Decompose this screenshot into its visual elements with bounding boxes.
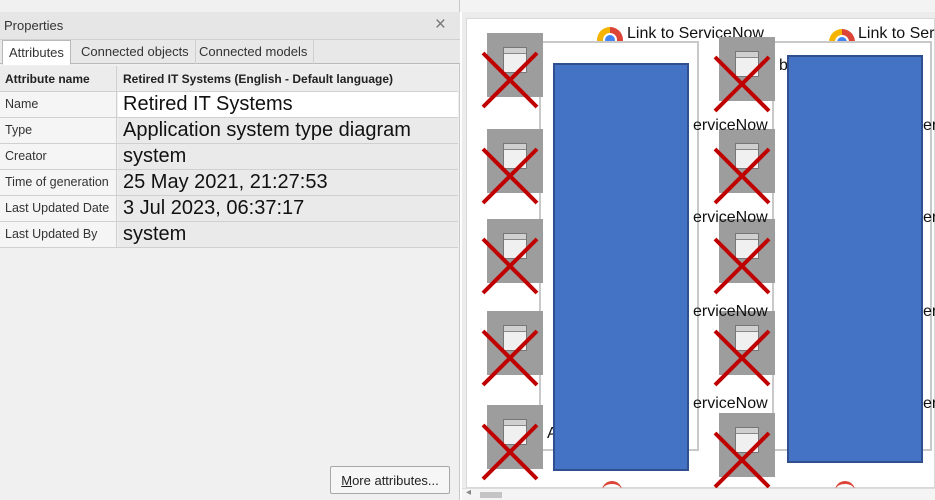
properties-title-bar: Properties × xyxy=(0,12,460,40)
application-window-icon[interactable] xyxy=(481,405,543,481)
blue-redaction-box xyxy=(553,63,689,471)
red-cross-icon xyxy=(481,329,539,387)
application-window-icon[interactable] xyxy=(481,129,543,205)
red-cross-icon xyxy=(481,147,539,205)
table-row[interactable]: Time of generation 25 May 2021, 21:27:53 xyxy=(0,170,458,196)
red-cross-icon xyxy=(481,237,539,295)
table-row[interactable]: Name Retired IT Systems xyxy=(0,92,458,118)
diagram-canvas[interactable]: Link to ServiceNow Link to Ser A xyxy=(462,12,935,500)
scroll-left-icon[interactable]: ◂ xyxy=(466,487,471,498)
red-cross-icon xyxy=(713,147,771,205)
table-row[interactable]: Last Updated By system xyxy=(0,222,458,248)
red-cross-icon xyxy=(713,237,771,295)
red-cross-icon xyxy=(481,423,539,481)
truncated-label: erviceNow xyxy=(693,209,768,226)
table-row[interactable]: Creator system xyxy=(0,144,458,170)
blue-redaction-box xyxy=(787,55,923,463)
truncated-label: er xyxy=(923,209,935,226)
truncated-label: er xyxy=(923,395,935,412)
close-icon[interactable]: × xyxy=(435,14,446,36)
tab-attributes[interactable]: Attributes xyxy=(2,40,71,65)
application-window-icon[interactable] xyxy=(713,219,775,295)
table-row[interactable]: Last Updated Date 3 Jul 2023, 06:37:17 xyxy=(0,196,458,222)
red-cross-icon xyxy=(713,55,771,113)
application-window-icon[interactable] xyxy=(481,311,543,387)
more-attributes-button[interactable]: More attributes... xyxy=(330,466,450,494)
truncated-label: erviceNow xyxy=(693,117,768,134)
tab-connected-objects[interactable]: Connected objects xyxy=(75,40,196,64)
attribute-label: Creator xyxy=(0,144,117,169)
attribute-value-name[interactable]: Retired IT Systems xyxy=(118,92,458,117)
attribute-value-last-updated-by[interactable]: system xyxy=(118,222,458,247)
application-window-icon[interactable] xyxy=(713,37,775,113)
column-header-attribute-name: Attribute name xyxy=(0,66,117,91)
properties-title: Properties xyxy=(4,18,64,33)
application-window-icon[interactable] xyxy=(713,413,775,489)
column-header-value: Retired IT Systems (English - Default la… xyxy=(118,66,458,91)
attribute-label: Type xyxy=(0,118,117,143)
application-window-icon[interactable] xyxy=(713,129,775,205)
more-attributes-label: ore attributes... xyxy=(352,473,439,488)
truncated-label: erviceNow xyxy=(693,303,768,320)
attribute-label: Name xyxy=(0,92,117,117)
table-header-row: Attribute name Retired IT Systems (Engli… xyxy=(0,66,458,92)
truncated-label: er xyxy=(923,117,935,134)
table-row[interactable]: Type Application system type diagram xyxy=(0,118,458,144)
application-window: Properties × Attributes Connected object… xyxy=(0,0,935,500)
horizontal-scrollbar[interactable]: ◂ xyxy=(462,487,935,500)
truncated-label: erviceNow xyxy=(693,395,768,412)
red-cross-icon xyxy=(713,329,771,387)
red-cross-icon xyxy=(713,431,771,489)
attribute-value-type[interactable]: Application system type diagram xyxy=(118,118,458,143)
attribute-value-last-updated-date[interactable]: 3 Jul 2023, 06:37:17 xyxy=(118,196,458,221)
properties-tabs: Attributes Connected objects Connected m… xyxy=(0,40,460,65)
scrollbar-thumb[interactable] xyxy=(480,492,502,498)
attribute-value-time-of-generation[interactable]: 25 May 2021, 21:27:53 xyxy=(118,170,458,195)
attribute-label: Last Updated By xyxy=(0,222,117,247)
properties-panel: Properties × Attributes Connected object… xyxy=(0,0,460,500)
application-window-icon[interactable] xyxy=(481,219,543,295)
attributes-table: Attribute name Retired IT Systems (Engli… xyxy=(0,66,458,248)
diagram-sheet: Link to ServiceNow Link to Ser A xyxy=(466,18,935,489)
red-cross-icon xyxy=(481,51,539,109)
application-window-icon[interactable] xyxy=(481,33,543,109)
tab-connected-models[interactable]: Connected models xyxy=(193,40,315,64)
attribute-value-creator[interactable]: system xyxy=(118,144,458,169)
attribute-label: Last Updated Date xyxy=(0,196,117,221)
truncated-label: er xyxy=(923,303,935,320)
more-attributes-accel: M xyxy=(341,473,353,488)
attribute-label: Time of generation xyxy=(0,170,117,195)
